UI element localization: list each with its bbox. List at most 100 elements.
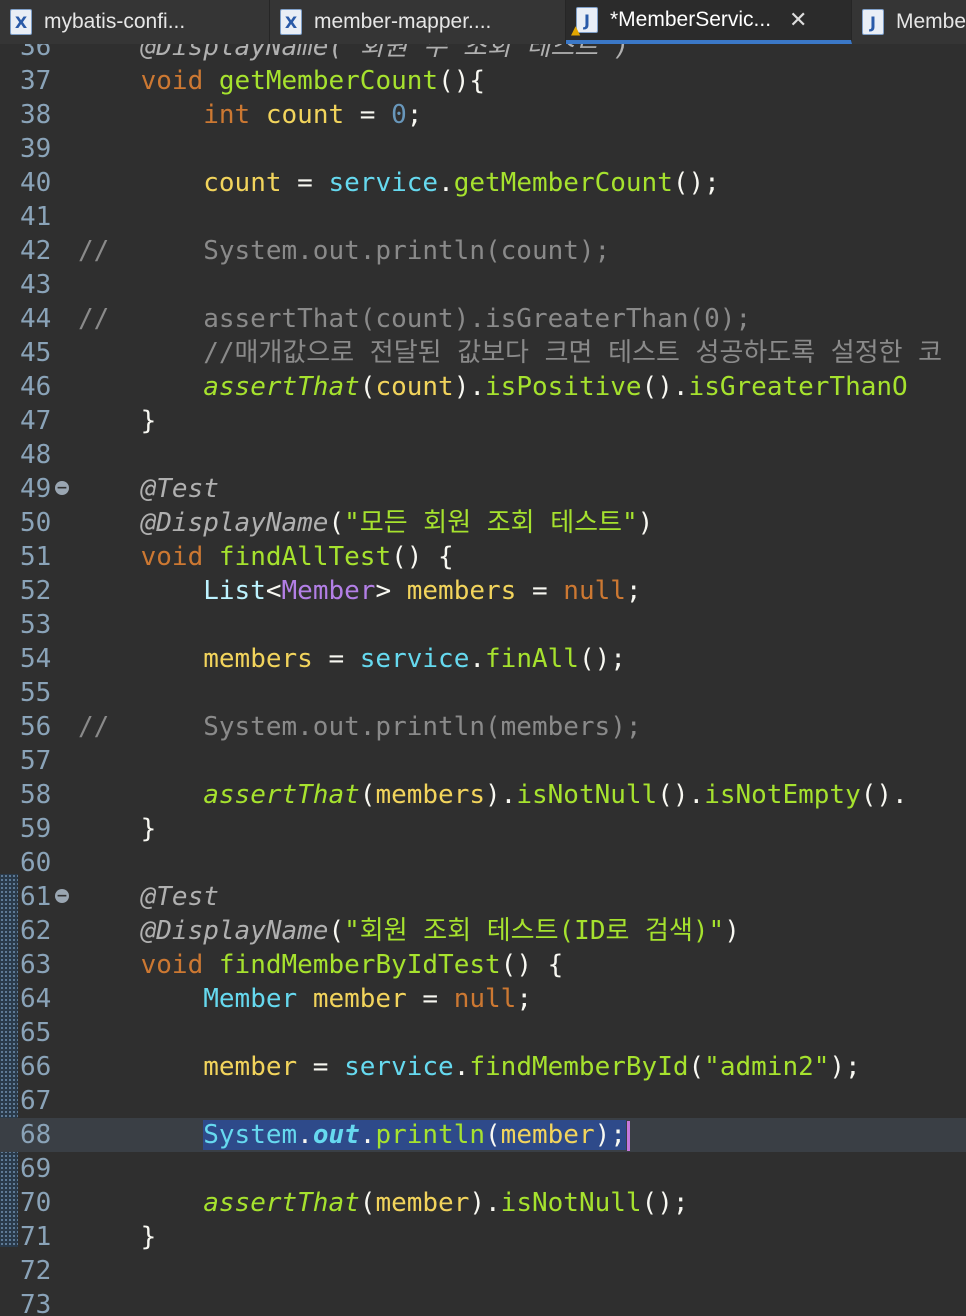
code-line[interactable]: 66 member = service.findMemberById("admi… (0, 1050, 966, 1084)
code-token: findMemberByIdTest (218, 950, 501, 980)
code-line[interactable]: 73 (0, 1288, 966, 1316)
tab-member-service-test[interactable]: J ▲ *MemberServic... ✕ (566, 0, 852, 44)
code-editor[interactable]: 36 @DisplayName("회원 수 조회 테스트") 37 void ge… (0, 44, 966, 1316)
code-line[interactable]: 60 (0, 846, 966, 880)
code-token: } (78, 814, 157, 844)
code-text: void findMemberByIdTest() { (78, 948, 564, 982)
code-line[interactable]: 63 void findMemberByIdTest() { (0, 948, 966, 982)
code-line[interactable]: 67 (0, 1084, 966, 1118)
tab-member[interactable]: J Membe (852, 0, 966, 44)
code-line[interactable]: 49− @Test (0, 472, 966, 506)
line-number: 38 (20, 100, 52, 130)
code-token: . (469, 644, 486, 674)
code-line[interactable]: 39 (0, 132, 966, 166)
code-token: "회원 조회 테스트(ID로 검색)" (344, 916, 725, 946)
tab-mybatis-config[interactable]: X mybatis-confi... (0, 0, 270, 44)
code-line[interactable]: 54 members = service.finAll(); (0, 642, 966, 676)
code-token: 0 (391, 100, 407, 130)
code-line[interactable]: 56 // System.out.println(members); (0, 710, 966, 744)
code-line[interactable]: 45 //매개값으로 전달된 값보다 크면 테스트 성공하도록 설정한 코 (0, 336, 966, 370)
code-line[interactable]: 53 (0, 608, 966, 642)
code-token: ( (359, 372, 376, 402)
code-line[interactable]: 38 int count = 0; (0, 98, 966, 132)
code-line[interactable]: 70 assertThat(member).isNotNull(); (0, 1186, 966, 1220)
code-token: ( (359, 1188, 376, 1218)
code-line[interactable]: 69 (0, 1152, 966, 1186)
code-token: ( (688, 1052, 705, 1082)
code-text: } (78, 1220, 157, 1254)
code-text: @Test (78, 880, 219, 914)
tab-label: Membe (896, 10, 966, 33)
code-line[interactable]: 50 @DisplayName("모든 회원 조회 테스트") (0, 506, 966, 540)
line-number: 46 (20, 372, 52, 402)
code-token: ( (328, 508, 345, 538)
code-line[interactable]: 42 // System.out.println(count); (0, 234, 966, 268)
code-line[interactable]: 48 (0, 438, 966, 472)
code-line[interactable]: 57 (0, 744, 966, 778)
code-line[interactable]: 44 // assertThat(count).isGreaterThan(0); (0, 302, 966, 336)
code-line[interactable]: 41 (0, 200, 966, 234)
code-token: (); (641, 1188, 689, 1218)
line-number: 59 (20, 814, 52, 844)
java-file-warning-icon: J ▲ (571, 7, 598, 36)
line-number: 70 (20, 1188, 52, 1218)
tab-member-mapper[interactable]: X member-mapper.... (270, 0, 566, 44)
line-number: 57 (20, 746, 52, 776)
line-number: 68 (20, 1120, 52, 1150)
tab-label: member-mapper.... (314, 10, 492, 33)
fold-collapse-icon[interactable]: − (55, 481, 69, 495)
code-token: "admin2" (704, 1052, 830, 1082)
code-line[interactable]: 65 (0, 1016, 966, 1050)
code-line[interactable]: 68 System.out.println(member); (0, 1118, 966, 1152)
line-number: 67 (20, 1086, 52, 1116)
code-token: (){ (438, 66, 486, 96)
code-line[interactable]: 52 List<Member> members = null; (0, 574, 966, 608)
code-line[interactable]: 64 Member member = null; (0, 982, 966, 1016)
code-token: @DisplayName("회원 수 조회 테스트") (140, 44, 630, 62)
xml-file-icon: X (280, 9, 302, 35)
code-text: void findAllTest() { (78, 540, 454, 574)
code-token: ( (485, 1120, 501, 1150)
code-token: ( (328, 916, 345, 946)
line-number: 60 (20, 848, 52, 878)
line-number: 63 (20, 950, 52, 980)
code-token: out (312, 1120, 360, 1150)
code-line[interactable]: 43 (0, 268, 966, 302)
fold-collapse-icon[interactable]: − (55, 889, 69, 903)
close-icon[interactable]: ✕ (789, 8, 807, 33)
code-line[interactable]: 55 (0, 676, 966, 710)
code-token: List (203, 576, 266, 606)
code-text: members = service.finAll(); (78, 642, 626, 676)
code-token: () { (500, 950, 564, 980)
code-line[interactable]: 59 } (0, 812, 966, 846)
code-line[interactable]: 51 void findAllTest() { (0, 540, 966, 574)
code-token: ; (516, 984, 532, 1014)
line-number: 52 (20, 576, 52, 606)
code-line[interactable]: 58 assertThat(members).isNotNull().isNot… (0, 778, 966, 812)
code-token: members (203, 644, 313, 674)
code-token: (). (657, 780, 705, 810)
code-line[interactable]: 36 @DisplayName("회원 수 조회 테스트") (0, 44, 966, 64)
code-text: @DisplayName("회원 조회 테스트(ID로 검색)") (78, 914, 740, 948)
code-line[interactable]: 72 (0, 1254, 966, 1288)
code-token: findMemberById (469, 1052, 689, 1082)
code-token: ( (359, 780, 376, 810)
code-line[interactable]: 71 } (0, 1220, 966, 1254)
code-line[interactable]: 47 } (0, 404, 966, 438)
code-line[interactable]: 61− @Test (0, 880, 966, 914)
code-token: isNotNull (516, 780, 658, 810)
code-token: null (453, 984, 517, 1014)
code-line[interactable]: 62 @DisplayName("회원 조회 테스트(ID로 검색)") (0, 914, 966, 948)
line-number: 54 (20, 644, 52, 674)
code-line[interactable]: 46 assertThat(count).isPositive().isGrea… (0, 370, 966, 404)
code-line[interactable]: 37 void getMemberCount(){ (0, 64, 966, 98)
code-token: member (375, 1188, 470, 1218)
selection-highlight: System.out.println(member); (203, 1120, 626, 1150)
code-line[interactable]: 40 count = service.getMemberCount(); (0, 166, 966, 200)
